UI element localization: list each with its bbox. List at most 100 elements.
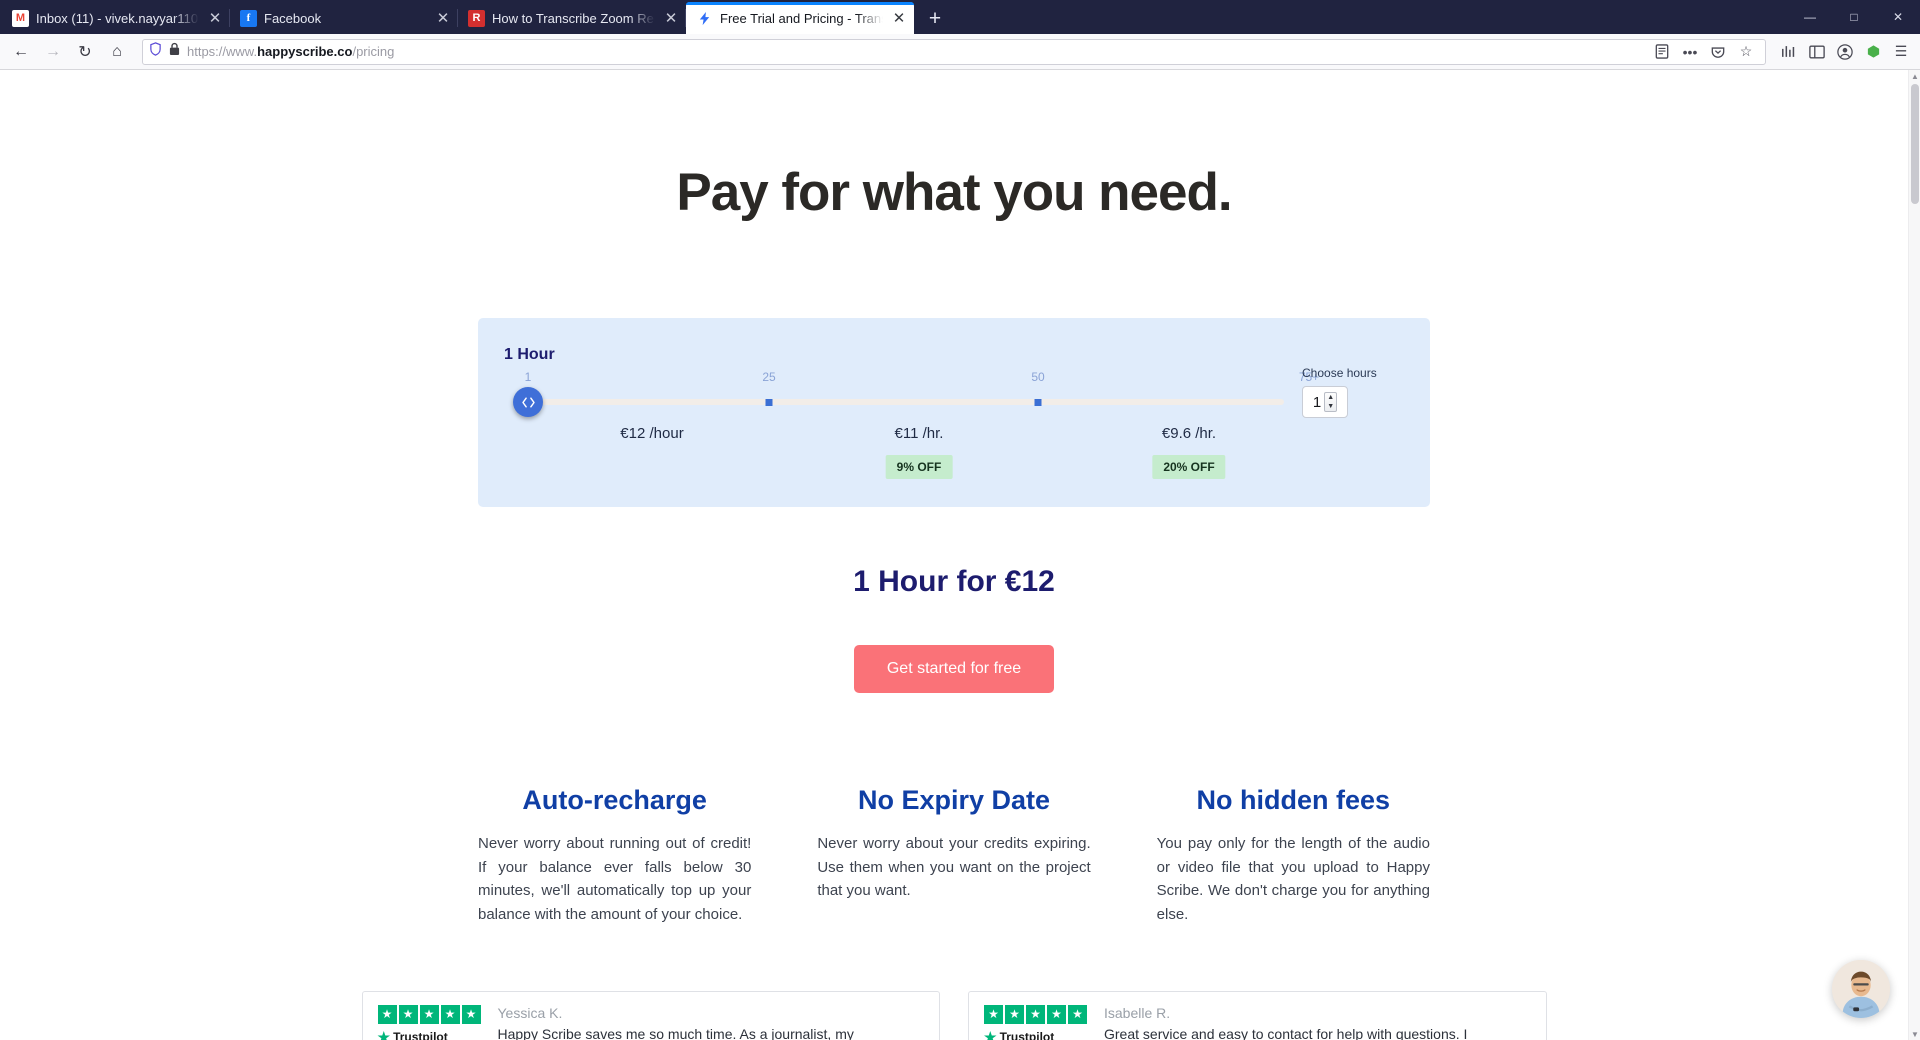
shield-icon[interactable] <box>149 42 162 61</box>
scroll-down-arrow-icon[interactable]: ▼ <box>1909 1028 1920 1040</box>
review-rating-block: ★ ★ ★ ★ ★ ★ Trustpilot <box>984 1004 1092 1040</box>
facebook-favicon-icon: f <box>240 9 257 27</box>
tab-close-icon[interactable]: ✕ <box>434 9 452 27</box>
window-controls: — □ ✕ <box>1788 0 1920 34</box>
slider-notch-50 <box>1034 399 1042 406</box>
address-bar-actions: ••• ☆ <box>1649 40 1759 64</box>
star-icon: ★ <box>377 1004 397 1024</box>
trustpilot-logo: ★ Trustpilot <box>984 1029 1092 1040</box>
pricing-slider-card: 1 Hour 1 25 50 75+ €12 /hour €11 /hr. €9… <box>478 318 1430 507</box>
pocket-icon[interactable] <box>1705 40 1731 64</box>
cta-container: Get started for free <box>0 645 1908 693</box>
slider-handle[interactable] <box>513 387 543 417</box>
feature-auto-recharge: Auto-recharge Never worry about running … <box>478 785 751 927</box>
price-summary: 1 Hour for €12 <box>853 565 1055 598</box>
spinner-up-icon[interactable]: ▲ <box>1327 394 1334 401</box>
get-started-button[interactable]: Get started for free <box>853 645 1055 693</box>
review-text: Great service and easy to contact for he… <box>1104 1025 1468 1040</box>
scrollbar-thumb[interactable] <box>1911 84 1919 204</box>
feature-title: No hidden fees <box>1196 785 1391 815</box>
maximize-button[interactable]: □ <box>1832 0 1876 34</box>
hours-stepper[interactable]: 1 ▲ ▼ <box>1302 386 1348 418</box>
trustpilot-star-icon: ★ <box>377 1028 391 1040</box>
slider-track-row[interactable] <box>504 387 1404 417</box>
extension-icon[interactable] <box>1860 40 1886 64</box>
browser-tab-happyscribe-pricing[interactable]: Free Trial and Pricing - Transcrip ✕ <box>686 2 914 34</box>
review-card[interactable]: ★ ★ ★ ★ ★ ★ Trustpilot Isabelle R. Great… <box>968 990 1547 1040</box>
reload-button[interactable]: ↻ <box>70 38 100 66</box>
tab-close-icon[interactable]: ✕ <box>662 9 680 27</box>
reviewer-name: Yessica K. <box>497 1004 563 1021</box>
tab-close-icon[interactable]: ✕ <box>890 9 908 27</box>
sidebar-toggle-icon[interactable] <box>1804 40 1830 64</box>
rev-favicon-icon: R <box>468 9 485 27</box>
trustpilot-logo: ★ Trustpilot <box>378 1029 486 1040</box>
slider-tick-labels: 1 25 50 75+ <box>504 370 1404 387</box>
feature-columns: Auto-recharge Never worry about running … <box>478 785 1430 927</box>
home-button[interactable]: ⌂ <box>102 38 132 66</box>
bookmark-star-icon[interactable]: ☆ <box>1733 40 1759 64</box>
slider-current-value: 1 Hour <box>504 346 555 363</box>
navigation-toolbar: ← → ↻ ⌂ https://www.happyscribe.co/prici… <box>0 34 1920 70</box>
browser-tab-inbox[interactable]: M Inbox (11) - vivek.nayyar1107@ ✕ <box>2 2 230 34</box>
page-title: Pay for what you need. <box>676 163 1232 222</box>
page-actions-icon[interactable]: ••• <box>1677 40 1703 64</box>
app-menu-icon[interactable]: ☰ <box>1888 40 1914 64</box>
star-icon: ★ <box>1068 1004 1087 1024</box>
price-tier-1: €12 /hour <box>620 425 684 442</box>
slider-price-labels: €12 /hour €11 /hr. €9.6 /hr. <box>504 425 1404 451</box>
choose-hours-group: Choose hours 1 ▲ ▼ <box>1302 366 1404 418</box>
star-icon: ★ <box>419 1004 439 1024</box>
spinner-down-icon[interactable]: ▼ <box>1327 403 1334 410</box>
feature-title: Auto-recharge <box>522 785 707 815</box>
star-icon: ★ <box>461 1004 481 1024</box>
review-content: Yessica K. Happy Scribe saves me so much… <box>497 1004 925 1040</box>
star-icon: ★ <box>1005 1004 1024 1024</box>
trustpilot-label: Trustpilot <box>393 1030 448 1040</box>
star-icon: ★ <box>398 1004 418 1024</box>
tab-title: How to Transcribe Zoom Recor <box>492 10 655 26</box>
close-window-button[interactable]: ✕ <box>1876 0 1920 34</box>
page-scrollbar[interactable]: ▲ ▼ <box>1908 70 1920 1040</box>
reviewer-name: Isabelle R. <box>1104 1004 1171 1021</box>
back-button[interactable]: ← <box>6 38 36 66</box>
feature-title: No Expiry Date <box>857 785 1051 815</box>
star-rating: ★ ★ ★ ★ ★ <box>377 1004 486 1024</box>
url-display: https://www.happyscribe.co/pricing <box>187 44 394 59</box>
price-tier-2: €11 /hr. <box>894 425 944 442</box>
review-cards: ★ ★ ★ ★ ★ ★ Trustpilot Yessica K. Happy … <box>361 990 1547 1040</box>
price-tier-3: €9.6 /hr. <box>1161 425 1217 442</box>
hours-value[interactable]: 1 <box>1313 394 1321 411</box>
tab-close-icon[interactable]: ✕ <box>206 9 224 27</box>
discount-badge-tier-3: 20% OFF <box>1152 455 1226 479</box>
minimize-button[interactable]: — <box>1788 0 1832 34</box>
star-icon: ★ <box>1026 1004 1045 1024</box>
hours-spinner[interactable]: ▲ ▼ <box>1324 392 1338 412</box>
forward-button[interactable]: → <box>38 38 68 66</box>
slider-tick-25: 25 <box>762 370 776 384</box>
trustpilot-star-icon: ★ <box>984 1028 997 1040</box>
account-icon[interactable] <box>1832 40 1858 64</box>
browser-tab-facebook[interactable]: f Facebook ✕ <box>230 2 458 34</box>
review-card[interactable]: ★ ★ ★ ★ ★ ★ Trustpilot Yessica K. Happy … <box>361 990 940 1040</box>
browser-window: M Inbox (11) - vivek.nayyar1107@ ✕ f Fac… <box>0 0 1920 1040</box>
slider-tick-50: 50 <box>1031 370 1045 384</box>
discount-badge-tier-2: 9% OFF <box>885 455 953 479</box>
library-icon[interactable] <box>1776 40 1802 64</box>
choose-hours-label: Choose hours <box>1302 366 1377 380</box>
support-chat-avatar[interactable] <box>1832 960 1890 1018</box>
feature-body: Never worry about running out of credit!… <box>478 835 752 924</box>
review-content: Isabelle R. Great service and easy to co… <box>1104 1004 1531 1040</box>
reader-view-icon[interactable] <box>1649 40 1675 64</box>
happyscribe-favicon-icon <box>696 10 713 27</box>
feature-body: Never worry about your credits expiring.… <box>817 835 1091 900</box>
tab-title: Free Trial and Pricing - Transcrip <box>720 10 883 26</box>
tab-strip: M Inbox (11) - vivek.nayyar1107@ ✕ f Fac… <box>0 0 1920 34</box>
browser-tab-transcribe-zoom[interactable]: R How to Transcribe Zoom Recor ✕ <box>458 2 686 34</box>
slider-track[interactable] <box>528 399 1284 405</box>
review-rating-block: ★ ★ ★ ★ ★ ★ Trustpilot <box>377 1004 486 1040</box>
url-scheme: https://www. <box>187 44 258 59</box>
address-bar[interactable]: https://www.happyscribe.co/pricing ••• ☆ <box>142 38 1766 65</box>
scroll-up-arrow-icon[interactable]: ▲ <box>1909 70 1920 82</box>
new-tab-button[interactable]: + <box>920 3 950 33</box>
